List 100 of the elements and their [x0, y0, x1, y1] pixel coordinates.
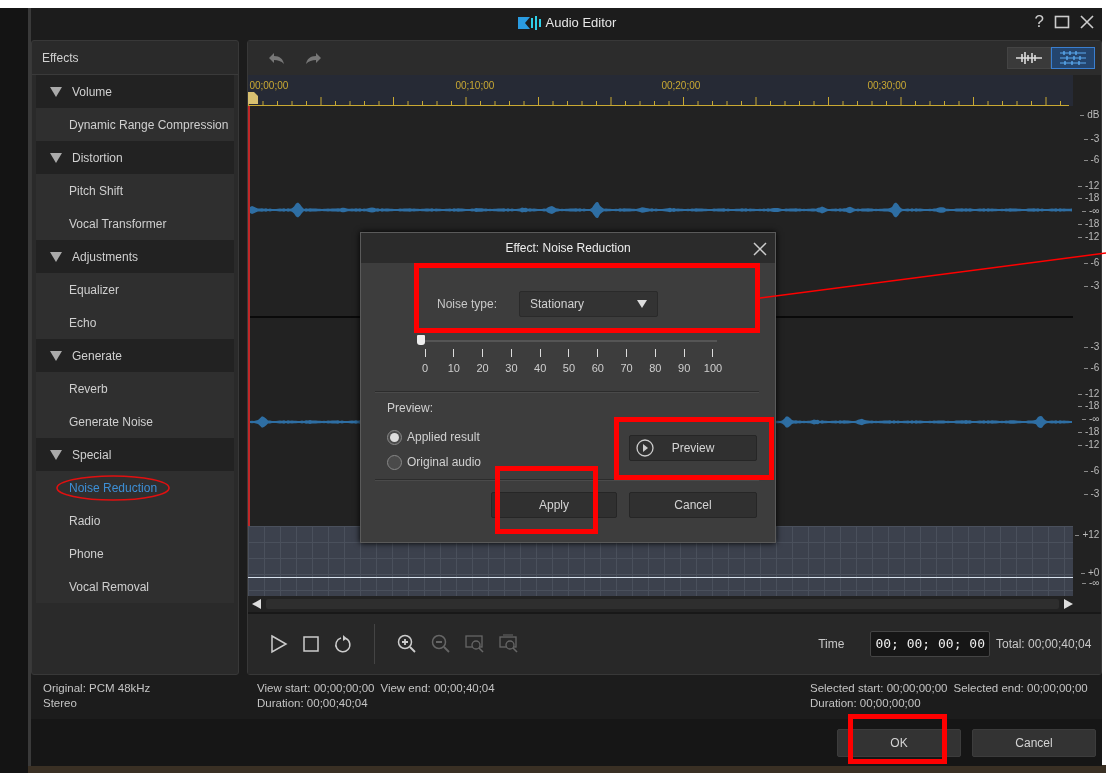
redo-icon[interactable] — [304, 50, 323, 66]
db-label: -3 — [1083, 281, 1100, 291]
db-label: -18 — [1077, 427, 1100, 437]
tick-label: 40 — [534, 361, 547, 376]
category-label: Volume — [72, 83, 113, 101]
db-label: -6 — [1083, 155, 1100, 165]
ok-button[interactable]: OK — [837, 728, 961, 757]
status-text: Duration: 00;00;00;00 — [810, 696, 921, 711]
time-label: Time — [818, 636, 845, 653]
play-circle-icon — [636, 438, 654, 457]
maximize-icon[interactable] — [1054, 15, 1070, 29]
dialog-title: Effect: Noise Reduction — [505, 240, 631, 257]
category-row[interactable]: Adjustments — [36, 240, 235, 273]
category-label: Generate — [72, 347, 123, 365]
effect-item[interactable]: Echo — [36, 306, 235, 339]
cancel-button[interactable]: Cancel — [629, 491, 757, 518]
time-label: 00;10;00 — [455, 79, 495, 93]
time-label: 00;30;00 — [867, 79, 907, 93]
status-text: Selected start: 00;00;00;00 — [810, 681, 948, 696]
field-label: Noise type: — [437, 296, 498, 313]
tick-label: 30 — [505, 361, 518, 376]
timeline-ruler[interactable]: 00;00;00 00;10;00 00;20;00 00;30;00 — [248, 75, 1074, 106]
radio-option[interactable]: Applied result — [387, 424, 480, 450]
slider-thumb[interactable] — [417, 335, 425, 345]
playhead-marker-icon[interactable] — [248, 92, 259, 104]
category-label: Adjustments — [72, 248, 139, 266]
effect-item[interactable]: Phone — [36, 537, 235, 570]
loop-icon[interactable] — [334, 634, 353, 654]
expand-triangle-icon[interactable] — [50, 251, 62, 262]
scroll-right-icon[interactable] — [1063, 599, 1074, 609]
effect-item[interactable]: Noise Reduction — [36, 471, 235, 504]
radio-option[interactable]: Original audio — [387, 449, 482, 475]
db-label: -3 — [1083, 134, 1100, 144]
expand-triangle-icon[interactable] — [50, 152, 62, 163]
db-label: -∞ — [1081, 578, 1100, 588]
db-label: -12 — [1077, 181, 1100, 191]
db-label: -3 — [1083, 342, 1100, 352]
db-label: -18 — [1077, 401, 1100, 411]
effect-item[interactable]: Generate Noise — [36, 405, 235, 438]
db-label: -12 — [1077, 389, 1100, 399]
time-field[interactable]: 00; 00; 00; 00 — [870, 631, 990, 657]
category-row[interactable]: Distortion — [36, 141, 235, 174]
db-label: -6 — [1083, 258, 1100, 268]
status-text: Selected end: 00;00;00;00 — [953, 681, 1088, 696]
effect-item[interactable]: Equalizer — [36, 273, 235, 306]
category-row[interactable]: Volume — [36, 75, 235, 108]
db-label: -12 — [1077, 232, 1100, 242]
effect-item[interactable]: Pitch Shift — [36, 174, 235, 207]
tick-label: 0 — [421, 361, 429, 376]
cancel-button[interactable]: Cancel — [972, 728, 1096, 757]
noise-type-dropdown[interactable]: Stationary — [519, 291, 659, 317]
db-label: -∞ — [1081, 206, 1100, 216]
play-icon[interactable] — [270, 634, 289, 654]
db-unit: dB — [1080, 110, 1100, 120]
section-label: Preview: — [386, 399, 434, 417]
apply-button[interactable]: Apply — [491, 491, 617, 518]
view-mode-button[interactable] — [1007, 47, 1052, 69]
db-label: +0 — [1081, 568, 1100, 578]
total-duration: Total: 00;00;40;04 — [996, 636, 1092, 653]
tick-label: 20 — [476, 361, 489, 376]
category-row[interactable]: Generate — [36, 339, 235, 372]
db-label: -18 — [1077, 193, 1100, 203]
close-icon[interactable] — [753, 241, 767, 256]
window-title: Audio Editor — [545, 14, 617, 33]
dropdown-caret-icon — [637, 300, 648, 308]
tick-label: 70 — [620, 361, 633, 376]
db-label: +12 — [1075, 530, 1100, 540]
effect-item[interactable]: Vocal Transformer — [36, 207, 235, 240]
effect-item[interactable]: Vocal Removal — [36, 570, 235, 603]
time-label: 00;00;00 — [249, 79, 289, 93]
tick-label: 60 — [591, 361, 604, 376]
effect-item[interactable]: Radio — [36, 504, 235, 537]
status-text: View start: 00;00;00;00 — [257, 681, 375, 696]
db-label: -6 — [1083, 466, 1100, 476]
category-row[interactable]: Special — [36, 438, 235, 471]
expand-triangle-icon[interactable] — [50, 350, 62, 361]
expand-triangle-icon[interactable] — [50, 449, 62, 460]
multitrack-icon — [1059, 50, 1088, 66]
db-label: -6 — [1083, 363, 1100, 373]
app-logo-icon — [516, 15, 541, 31]
status-text: Duration: 00;00;40;04 — [257, 696, 368, 711]
tick-label: 80 — [649, 361, 662, 376]
help-button[interactable]: ? — [1034, 12, 1044, 32]
strength-slider[interactable] — [417, 337, 717, 345]
view-mode-button[interactable] — [1051, 47, 1096, 69]
radio-button[interactable] — [387, 429, 402, 445]
scroll-left-icon[interactable] — [252, 599, 263, 609]
time-label: 00;20;00 — [661, 79, 701, 93]
effect-item[interactable]: Reverb — [36, 372, 235, 405]
category-label: Special — [72, 446, 112, 464]
preview-button[interactable]: Preview — [629, 434, 757, 461]
stop-icon[interactable] — [302, 635, 321, 653]
effect-item[interactable]: Dynamic Range Compression — [36, 108, 235, 141]
status-text: Original: PCM 48kHz — [43, 681, 151, 696]
expand-triangle-icon[interactable] — [50, 86, 62, 97]
category-label: Distortion — [72, 149, 123, 167]
close-icon[interactable] — [1080, 15, 1094, 29]
radio-button[interactable] — [387, 454, 402, 470]
zoom-in-icon[interactable] — [397, 634, 418, 654]
db-label: -12 — [1077, 440, 1100, 450]
